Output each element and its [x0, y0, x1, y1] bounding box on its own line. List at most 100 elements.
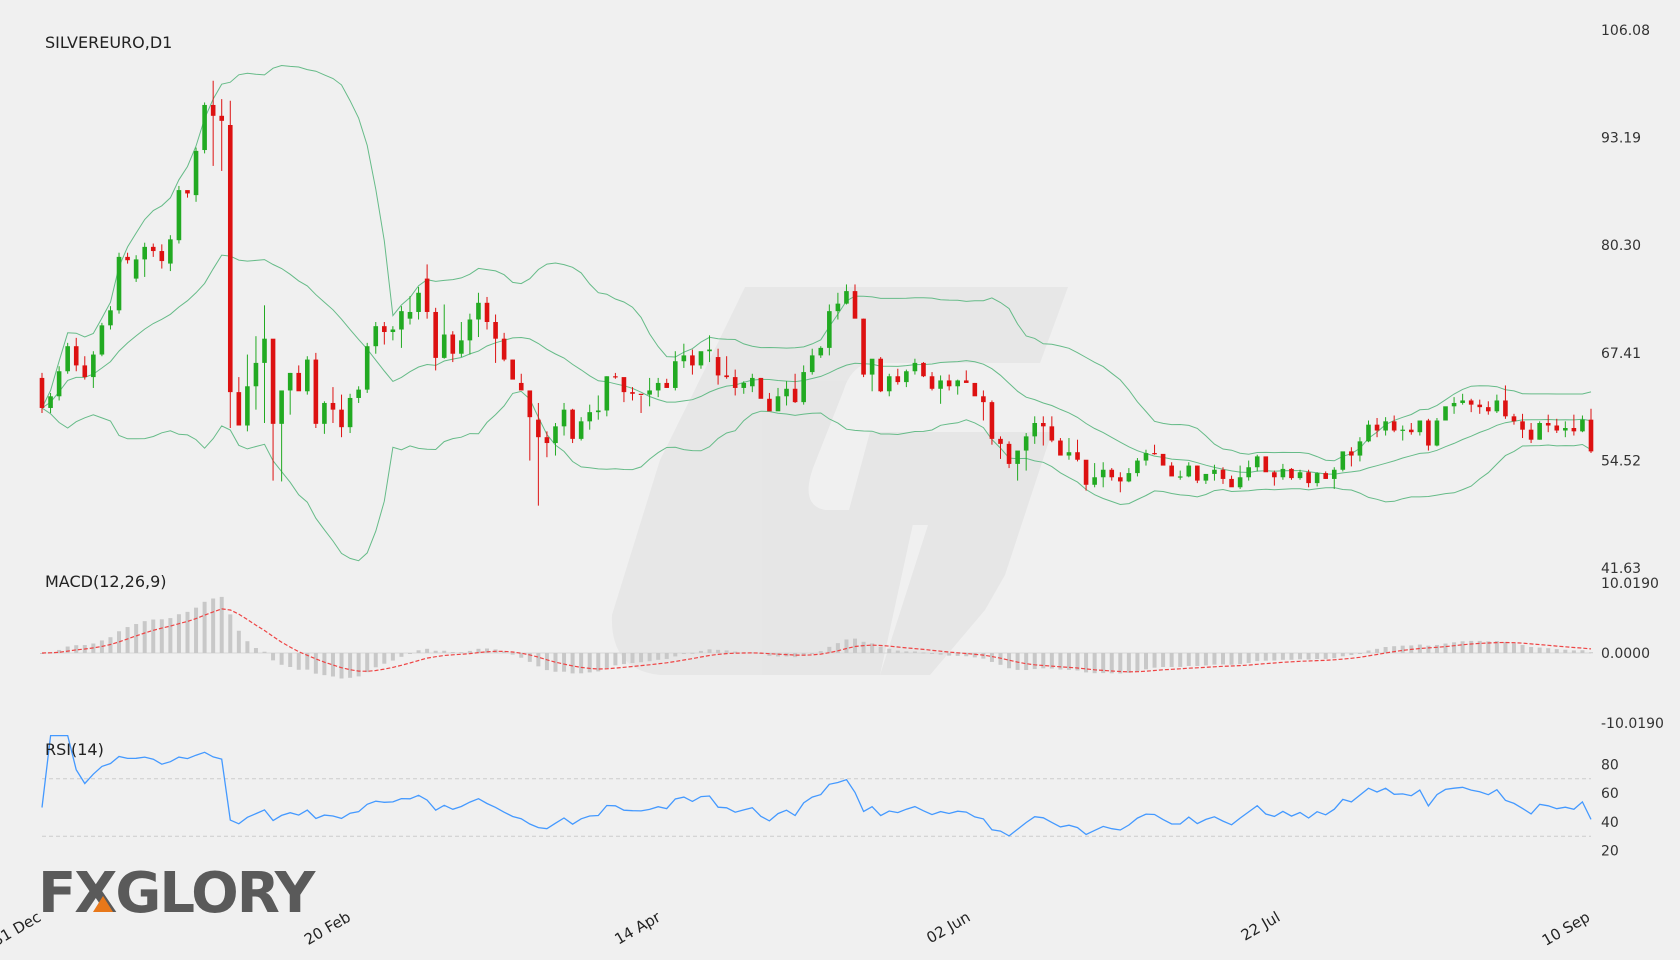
- macd-histogram-bar: [707, 649, 712, 653]
- candle-body: [818, 347, 824, 356]
- candle-body: [724, 375, 729, 378]
- macd-histogram-bar: [1186, 653, 1191, 666]
- candle-body: [133, 259, 139, 279]
- macd-histogram-bar: [818, 651, 823, 653]
- macd-histogram-bar: [365, 653, 370, 673]
- candle-body: [1306, 472, 1311, 484]
- candle-body: [553, 426, 558, 444]
- macd-histogram-bar: [1195, 653, 1200, 667]
- candle-body: [955, 380, 961, 387]
- candle-body: [570, 409, 575, 439]
- macd-histogram-bar: [887, 648, 892, 653]
- macd-histogram-bar: [1571, 650, 1576, 653]
- candle-body: [886, 376, 892, 392]
- candle-body: [210, 104, 216, 116]
- symbol-title: SILVEREURO,D1: [45, 33, 172, 52]
- macd-histogram-bar: [1340, 653, 1345, 657]
- candle-body: [784, 388, 789, 397]
- macd-histogram-bar: [425, 648, 430, 653]
- macd-histogram-bar: [1375, 648, 1380, 653]
- macd-histogram-bar: [467, 650, 472, 653]
- candle-body: [236, 392, 242, 426]
- price-tick-label: 41.63: [1601, 561, 1641, 577]
- candle-body: [1237, 477, 1243, 488]
- candle-body: [1246, 467, 1251, 478]
- candle-body: [1477, 404, 1483, 408]
- macd-histogram-bar: [844, 639, 849, 653]
- rsi-tick-label: 80: [1601, 757, 1619, 773]
- candle-body: [1400, 429, 1406, 431]
- candle-body: [1066, 452, 1072, 456]
- macd-histogram-bar: [835, 643, 840, 653]
- x-tick-label: 22 Jul: [1238, 908, 1283, 945]
- candle-body: [450, 334, 456, 354]
- macd-histogram-bar: [1400, 645, 1405, 653]
- macd-histogram-bar: [185, 611, 190, 653]
- macd-histogram-bar: [1178, 653, 1183, 667]
- rsi-axis: 80 60 40 20: [1601, 757, 1619, 859]
- candle-body: [1169, 465, 1174, 477]
- macd-histogram-bar: [1238, 653, 1243, 665]
- candle-body: [835, 303, 841, 312]
- candle-body: [1554, 425, 1560, 431]
- macd-histogram-bar: [716, 649, 721, 653]
- candle-body: [493, 321, 498, 339]
- candle-body: [1340, 451, 1346, 470]
- candle-body: [322, 402, 327, 424]
- macd-tick-label: 10.0190: [1601, 576, 1659, 592]
- macd-histogram-bar: [639, 653, 644, 663]
- macd-histogram-bar: [271, 653, 276, 661]
- candle-body: [1075, 452, 1080, 460]
- candle-body: [792, 388, 798, 403]
- candle-body: [630, 392, 635, 394]
- candle-body: [801, 372, 806, 403]
- candle-body: [1254, 456, 1260, 468]
- candle-body: [647, 390, 652, 395]
- rsi-tick-label: 40: [1601, 815, 1619, 831]
- candle-body: [878, 358, 883, 392]
- candle-body: [193, 150, 199, 196]
- macd-histogram-bar: [930, 653, 935, 655]
- candle-body: [809, 355, 815, 373]
- candle-body: [1443, 406, 1448, 421]
- macd-histogram-bar: [1537, 647, 1542, 653]
- candle-body: [707, 349, 712, 352]
- candle-body: [1426, 420, 1431, 446]
- candle-body: [399, 311, 404, 330]
- candle-body: [373, 326, 379, 347]
- candle-body: [1195, 465, 1200, 481]
- macd-histogram-bar: [698, 650, 703, 653]
- candle-body: [382, 326, 387, 333]
- candle-body: [1494, 400, 1500, 412]
- macd-histogram-bar: [587, 653, 592, 673]
- macd-histogram-bar: [211, 598, 216, 653]
- candle-body: [253, 362, 259, 387]
- candle-body: [356, 389, 361, 398]
- candle-body: [459, 340, 464, 354]
- candle-body: [1571, 428, 1577, 432]
- rsi-panel: [41, 734, 1592, 837]
- macd-histogram-bar: [895, 650, 900, 653]
- candle-body: [741, 382, 747, 388]
- candle-body: [1366, 424, 1371, 442]
- candle-body: [227, 124, 233, 393]
- rsi-line: [41, 734, 1592, 837]
- macd-histogram-bar: [1383, 646, 1388, 653]
- candle-body: [604, 376, 610, 411]
- candle-body: [1186, 465, 1192, 477]
- candle-body: [1263, 456, 1269, 473]
- macd-histogram-bar: [656, 653, 661, 660]
- macd-histogram-bar: [664, 653, 669, 659]
- candle-body: [1023, 436, 1029, 451]
- rsi-title: RSI(14): [45, 740, 104, 759]
- candle-body: [861, 318, 866, 375]
- candle-body: [672, 361, 678, 388]
- macd-histogram-bar: [1143, 653, 1148, 670]
- candle-body: [690, 355, 695, 366]
- candle-body: [65, 346, 70, 372]
- candle-body: [664, 382, 670, 388]
- candle-body: [202, 104, 207, 151]
- macd-histogram-bar: [1255, 653, 1260, 662]
- macd-histogram-bar: [878, 646, 883, 653]
- macd-histogram-bar: [1520, 644, 1525, 653]
